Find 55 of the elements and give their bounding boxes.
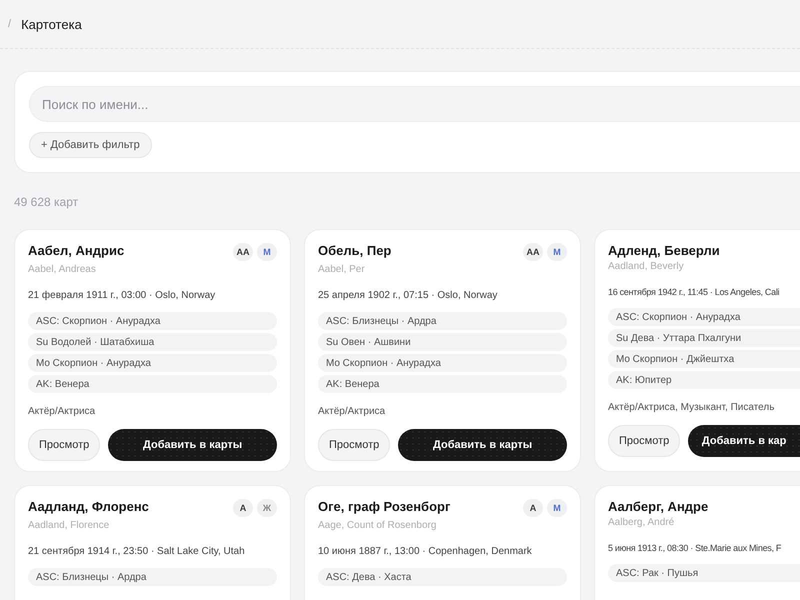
astro-tag: Mo Скорпион · Джйештха bbox=[608, 350, 800, 368]
astro-tag: Su Водолей · Шатабхиша bbox=[28, 333, 277, 351]
astro-tag: ASC: Дева · Хаста bbox=[318, 568, 567, 586]
latin-name: Aadland, Florence bbox=[28, 520, 110, 531]
breadcrumb-separator: / bbox=[8, 18, 12, 30]
profession-text: Актёр/Актриса, Музыкант, Писатель bbox=[608, 402, 776, 413]
astro-tag: Su Дева · Уттара Пхалгуни bbox=[608, 329, 800, 347]
tag-badge: M bbox=[547, 243, 567, 261]
person-name: Аабел, Андрис bbox=[28, 243, 124, 258]
add-filter-button[interactable]: + Добавить фильтр bbox=[29, 132, 152, 158]
view-button[interactable]: Просмотр bbox=[318, 429, 390, 461]
tag-badge: A bbox=[233, 499, 253, 517]
tag-badge: A bbox=[523, 499, 543, 517]
astro-tag: ASC: Скорпион · Анурадха bbox=[28, 312, 277, 330]
birth-info: 5 июня 1913 г., 08:30 · Ste.Marie aux Mines, F bbox=[608, 543, 782, 553]
latin-name: Aage, Count of Rosenborg bbox=[318, 520, 438, 531]
profession-text: Актёр/Актриса bbox=[28, 406, 96, 417]
search-field[interactable]: Поиск по имени... bbox=[29, 86, 800, 122]
tag-badge: AA bbox=[523, 243, 543, 261]
tag-badge: AA bbox=[233, 243, 253, 261]
view-button[interactable]: Просмотр bbox=[28, 429, 100, 461]
person-name: Оге, граф Розенборг bbox=[318, 499, 450, 514]
latin-name: Aalberg, André bbox=[608, 517, 676, 528]
view-button[interactable]: Просмотр bbox=[608, 425, 680, 457]
latin-name: Aadland, Beverly bbox=[608, 261, 685, 272]
latin-name: Aabel, Andreas bbox=[28, 264, 97, 275]
birth-info: 21 сентября 1914 г., 23:50 · Salt Lake City, Utah bbox=[28, 546, 246, 557]
astro-tag: Mo Скорпион · Анурадха bbox=[28, 354, 277, 372]
birth-info: 21 февраля 1911 г., 03:00 · Oslo, Norway bbox=[28, 290, 216, 301]
person-name: Аалберг, Андре bbox=[608, 499, 708, 514]
astro-tag: Su Овен · Ашвини bbox=[318, 333, 567, 351]
astro-tag: AK: Венера bbox=[318, 375, 567, 393]
add-to-charts-button[interactable]: Добавить в карты bbox=[398, 429, 567, 461]
person-name: Аадланд, Флоренс bbox=[28, 499, 149, 514]
latin-name: Aabel, Per bbox=[318, 264, 366, 275]
person-name: Адленд, Беверли bbox=[608, 243, 720, 258]
profession-text: Актёр/Актриса bbox=[318, 406, 386, 417]
astro-tag: ASC: Рак · Пушья bbox=[608, 564, 800, 582]
birth-info: 10 июня 1887 г., 13:00 · Copenhagen, Denmark bbox=[318, 546, 533, 557]
astro-tag: AK: Юпитер bbox=[608, 371, 800, 389]
add-to-charts-button[interactable]: Добавить в карты bbox=[108, 429, 277, 461]
tag-badge: M bbox=[257, 243, 277, 261]
astro-tag: ASC: Близнецы · Ардра bbox=[318, 312, 567, 330]
astro-tag: ASC: Близнецы · Ардра bbox=[28, 568, 277, 586]
add-to-charts-button[interactable]: Добавить в кар bbox=[688, 425, 800, 457]
card-count: 49 628 карт bbox=[14, 195, 80, 209]
birth-info: 25 апреля 1902 г., 07:15 · Oslo, Norway bbox=[318, 290, 498, 301]
tag-badge: Ж bbox=[257, 499, 277, 517]
page-title: Картотека bbox=[21, 16, 82, 32]
tag-badge: M bbox=[547, 499, 567, 517]
birth-info: 16 сентября 1942 г., 11:45 · Los Angeles, Cali bbox=[608, 287, 780, 297]
astro-tag: ASC: Скорпион · Анурадха bbox=[608, 308, 800, 326]
astro-tag: AK: Венера bbox=[28, 375, 277, 393]
person-name: Обель, Пер bbox=[318, 243, 392, 258]
astro-tag: Mo Скорпион · Анурадха bbox=[318, 354, 567, 372]
